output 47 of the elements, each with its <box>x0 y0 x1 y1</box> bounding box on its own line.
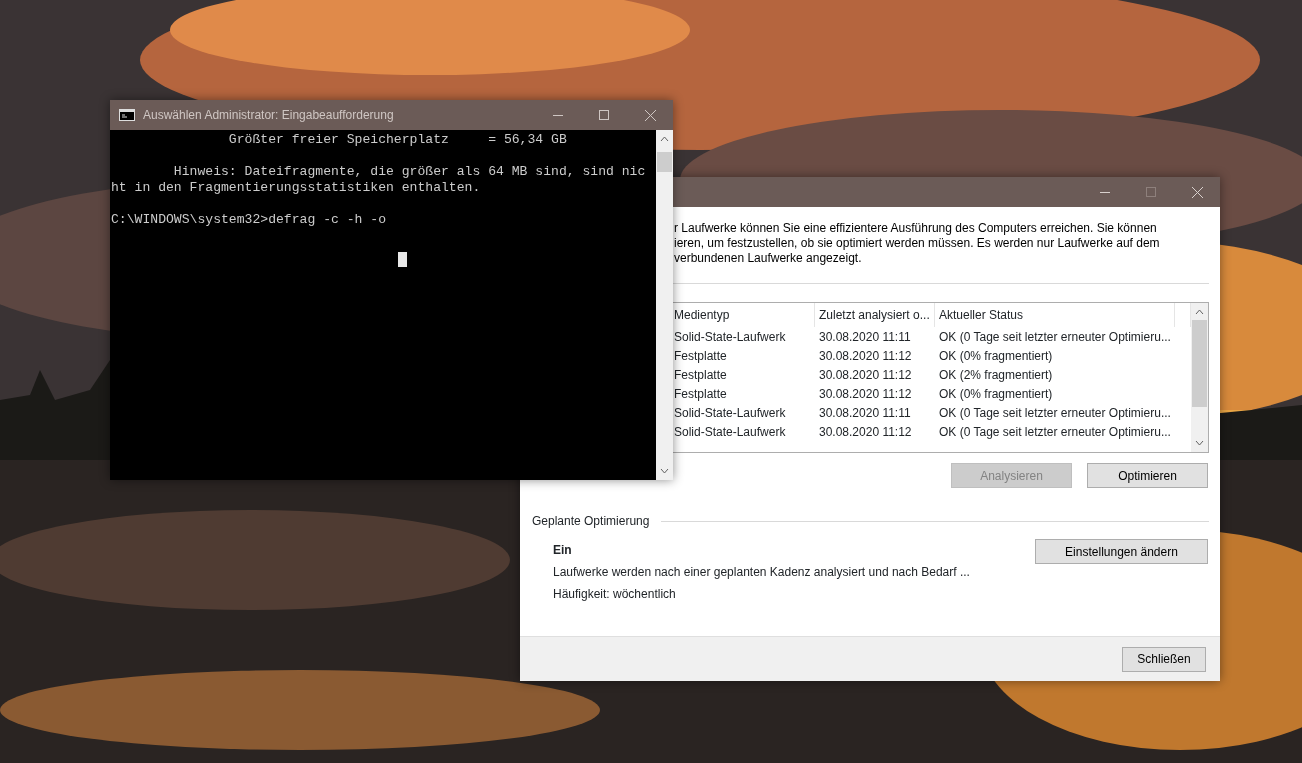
schedule-description: Laufwerke werden nach einer geplanten Kadenz analysiert und nach Bedarf ... <box>553 564 971 581</box>
console-line: ht in den Fragmentierungsstatistiken enthalten. <box>111 180 481 196</box>
scrollbar[interactable] <box>1191 303 1208 452</box>
table-cell-text: Festplatte <box>673 366 728 384</box>
change-settings-button[interactable]: Einstellungen ändern <box>1035 539 1208 564</box>
table-cell-text: 30.08.2020 11:12 <box>818 347 913 365</box>
table-cell-text: OK (2% fragmentiert) <box>938 366 1054 384</box>
drive-row[interactable]: Festplatte 30.08.2020 11:12 OK (2% fragmentiert) <box>670 365 1191 384</box>
text-cursor <box>398 252 407 267</box>
drive-row[interactable]: Solid-State-Laufwerk 30.08.2020 11:11 OK (0 Tage seit letzter erneuter Optimieru... <box>670 403 1191 422</box>
description-text: r Laufwerke können Sie eine effizientere Ausführung des Computers erreichen. Sie können <box>674 221 1158 236</box>
section-heading: Geplante Optimierung <box>532 513 650 530</box>
column-header[interactable]: Aktueller Status <box>935 303 1175 327</box>
drive-row[interactable]: Festplatte 30.08.2020 11:12 OK (0% fragmentiert) <box>670 346 1191 365</box>
table-cell-text: 30.08.2020 11:11 <box>818 404 912 422</box>
column-header[interactable]: Zuletzt analysiert o... <box>815 303 935 327</box>
scroll-thumb[interactable] <box>657 152 672 172</box>
close-button[interactable]: Schließen <box>1122 646 1206 672</box>
drive-row[interactable]: Solid-State-Laufwerk 30.08.2020 11:11 OK (0 Tage seit letzter erneuter Optimieru... <box>670 327 1191 346</box>
table-cell-text: OK (0% fragmentiert) <box>938 385 1054 403</box>
table-cell-text: 30.08.2020 11:12 <box>818 385 913 403</box>
drive-row[interactable]: Solid-State-Laufwerk 30.08.2020 11:12 OK (0 Tage seit letzter erneuter Optimieru... <box>670 422 1191 441</box>
scroll-thumb[interactable] <box>1192 320 1207 407</box>
console-line: C:\WINDOWS\system32>defrag -c -h -o <box>111 212 386 228</box>
table-cell-text: 30.08.2020 11:11 <box>818 328 912 346</box>
table-cell-text: OK (0 Tage seit letzter erneuter Optimieru... <box>938 404 1172 422</box>
console-icon <box>119 109 135 121</box>
table-cell-text: Festplatte <box>673 385 728 403</box>
table-cell-text: 30.08.2020 11:12 <box>818 423 913 441</box>
optimize-button[interactable]: Optimieren <box>1087 463 1208 488</box>
table-cell-text: OK (0 Tage seit letzter erneuter Optimieru... <box>938 423 1172 441</box>
table-cell-text: Festplatte <box>673 347 728 365</box>
table-cell-text: 30.08.2020 11:12 <box>818 366 913 384</box>
console-line: Hinweis: Dateifragmente, die größer als 64 MB sind, sind nic <box>172 164 646 180</box>
schedule-frequency: Häufigkeit: wöchentlich <box>553 586 677 603</box>
description-text: ieren, um festzustellen, ob sie optimiert werden müssen. Es werden nur Laufwerke auf dem <box>674 236 1161 251</box>
scrollbar[interactable] <box>656 130 673 480</box>
schedule-state: Ein <box>553 542 573 559</box>
description-text: verbundenen Laufwerke angezeigt. <box>674 251 863 266</box>
console-line: Größter freier Speicherplatz = 56,34 GB <box>227 132 567 148</box>
table-cell-text: OK (0 Tage seit letzter erneuter Optimieru... <box>938 328 1172 346</box>
table-cell-text: Solid-State-Laufwerk <box>673 423 787 441</box>
window-title: Auswählen Administrator: Eingabeaufforderung <box>143 107 394 124</box>
drive-row[interactable]: Festplatte 30.08.2020 11:12 OK (0% fragmentiert) <box>670 384 1191 403</box>
table-cell-text: Solid-State-Laufwerk <box>673 328 787 346</box>
table-cell-text: OK (0% fragmentiert) <box>938 347 1054 365</box>
table-cell-text: Solid-State-Laufwerk <box>673 404 787 422</box>
